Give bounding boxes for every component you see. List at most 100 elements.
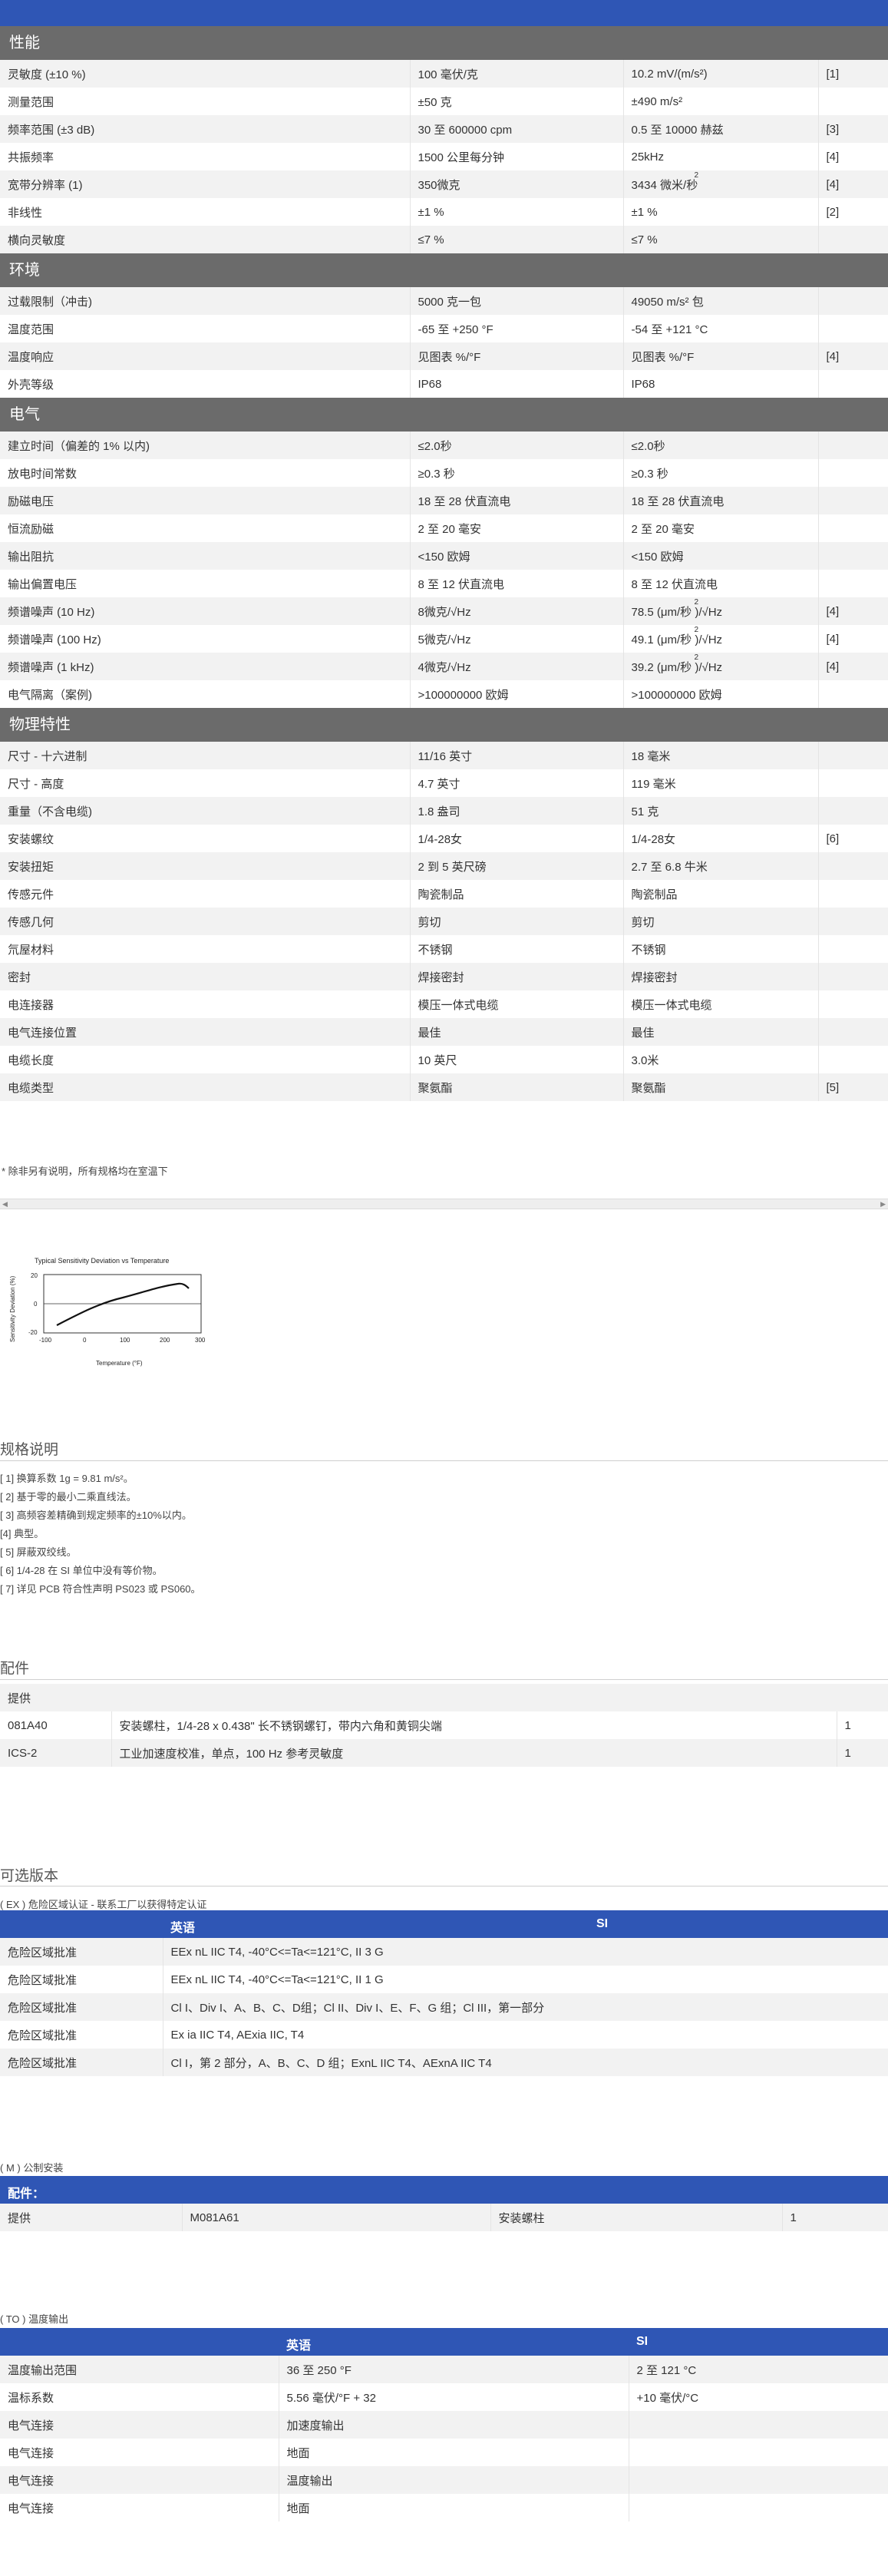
table-row: 频谱噪声 (10 Hz) 8微克/√Hz 78.5 (μm/秒 )/√Hz 2 [4] [0, 597, 888, 625]
spec-english-value: 见图表 %/°F [410, 342, 624, 370]
spec-footnote-ref [818, 680, 888, 708]
to-english: 地面 [279, 2439, 629, 2466]
spec-english-value: ±1 % [410, 198, 624, 226]
spec-si-value: ±490 m/s² [623, 88, 819, 115]
horizontal-scrollbar[interactable]: ◀ ▶ [0, 1199, 888, 1209]
spec-si-value: <150 欧姆 [623, 542, 819, 570]
spec-si-value: 焊接密封 [623, 963, 819, 990]
spec-label: 外壳等级 [0, 370, 411, 398]
spec-label: 放电时间常数 [0, 459, 411, 487]
table-row: 尺寸 - 十六进制 11/16 英寸 18 毫米 [0, 742, 888, 769]
spec-english-value: 1500 公里每分钟 [410, 143, 624, 170]
column-si: SI [596, 1917, 609, 1930]
metric-supply-label: 提供 [0, 2204, 183, 2231]
spec-si-value: 3434 微米/秒 2 [623, 170, 819, 198]
spec-footnote-ref [818, 487, 888, 514]
spec-si-value: 3.0米 [623, 1046, 819, 1073]
spec-label: 密封 [0, 963, 411, 990]
table-row: 建立时间（偏差的 1% 以内) ≤2.0秒 ≤2.0秒 [0, 432, 888, 459]
section-header: 环境 [0, 253, 888, 287]
spec-english-value: 11/16 英寸 [410, 742, 624, 769]
graph-xlabel: Temperature (°F) [96, 1360, 143, 1367]
metric-quantity: 1 [782, 2204, 888, 2231]
graph-xtick: 100 [120, 1337, 130, 1344]
spec-si-value: 不锈钢 [623, 935, 819, 963]
spec-english-value: ≤2.0秒 [410, 432, 624, 459]
graph-xtick: 200 [160, 1337, 170, 1344]
temp-output-table: 温度输出范围 36 至 250 °F 2 至 121 °C 温标系数 5.56 毫伏/… [0, 2356, 888, 2521]
spec-english-value: 2 到 5 英尺磅 [410, 852, 624, 880]
section-header: 电气 [0, 398, 888, 432]
graph-xtick: 0 [83, 1337, 87, 1344]
accessories-table: 提供 081A40 安装螺柱，1/4-28 x 0.438" 长不锈钢螺钉，带内… [0, 1684, 888, 1767]
spec-si-value: 18 至 28 伏直流电 [623, 487, 819, 514]
table-row: 频率范围 (±3 dB) 30 至 600000 cpm 0.5 至 10000 赫… [0, 115, 888, 143]
spec-english-value: IP68 [410, 370, 624, 398]
scroll-right-icon[interactable]: ▶ [880, 1199, 886, 1209]
spec-label: 频谱噪声 (100 Hz) [0, 625, 411, 653]
temp-output-caption: ( TO ) 温度输出 [0, 2313, 69, 2325]
spec-label: 电缆长度 [0, 1046, 411, 1073]
spec-si-value: 8 至 12 伏直流电 [623, 570, 819, 597]
table-row: 频谱噪声 (1 kHz) 4微克/√Hz 39.2 (μm/秒 )/√Hz 2 [4] [0, 653, 888, 680]
spec-label: 电气隔离（案例) [0, 680, 411, 708]
spec-english-value: 1.8 盎司 [410, 797, 624, 825]
spec-footnote-ref: [3] [818, 115, 888, 143]
to-english: 温度输出 [279, 2466, 629, 2494]
spec-label: 重量（不含电缆) [0, 797, 411, 825]
table-row: 尺寸 - 高度 4.7 英寸 119 毫米 [0, 769, 888, 797]
table-row: 081A40 安装螺柱，1/4-28 x 0.438" 长不锈钢螺钉，带内六角和… [0, 1711, 888, 1739]
table-row: 重量（不含电缆) 1.8 盎司 51 克 [0, 797, 888, 825]
spec-label: 恒流励磁 [0, 514, 411, 542]
spec-section-table: 尺寸 - 十六进制 11/16 英寸 18 毫米 尺寸 - 高度 4.7 英寸 119 毫… [0, 742, 888, 1101]
table-row: 安装螺纹 1/4-28女 1/4-28女 [6] [0, 825, 888, 852]
spec-english-value: 30 至 600000 cpm [410, 115, 624, 143]
metric-caption: ( M ) 公制安装 [0, 2162, 64, 2174]
spec-footnote-ref: [4] [818, 143, 888, 170]
ex-label: 危险区域批准 [0, 2049, 163, 2076]
table-row: 温度响应 见图表 %/°F 见图表 %/°F [4] [0, 342, 888, 370]
accessories-header-row: 提供 [0, 1684, 888, 1711]
table-row: 传感元件 陶瓷制品 陶瓷制品 [0, 880, 888, 908]
spec-label: 尺寸 - 十六进制 [0, 742, 411, 769]
ex-label: 危险区域批准 [0, 2021, 163, 2049]
spec-english-value: 350微克 [410, 170, 624, 198]
ex-header: 英语 SI [0, 1910, 888, 1938]
spec-label: 建立时间（偏差的 1% 以内) [0, 432, 411, 459]
spec-english-value: 模压一体式电缆 [410, 990, 624, 1018]
to-label: 温标系数 [0, 2383, 279, 2411]
spec-si-value: 18 毫米 [623, 742, 819, 769]
scroll-left-icon[interactable]: ◀ [2, 1199, 8, 1209]
table-row: 外壳等级 IP68 IP68 [0, 370, 888, 398]
superscript-mark: 2 [694, 653, 699, 662]
spec-si-value: IP68 [623, 370, 819, 398]
table-row: 测量范围 ±50 克 ±490 m/s² [0, 88, 888, 115]
column-english: 英语 [286, 2340, 312, 2353]
accessory-model[interactable]: 081A40 [0, 1711, 112, 1739]
to-si: 2 至 121 °C [629, 2356, 888, 2383]
spec-footnote-ref [818, 1018, 888, 1046]
graph-xtick: -100 [39, 1337, 52, 1344]
spec-si-value: >100000000 欧姆 [623, 680, 819, 708]
spec-english-value: 剪切 [410, 908, 624, 935]
table-row: 电气连接位置 最佳 最佳 [0, 1018, 888, 1046]
spec-english-value: <150 欧姆 [410, 542, 624, 570]
spec-footnote-ref [818, 852, 888, 880]
table-row: 电缆类型 聚氨酯 聚氨酯 [5] [0, 1073, 888, 1101]
ex-value: EEx nL IIC T4, -40°C<=Ta<=121°C, II 3 G [163, 1938, 888, 1966]
divider [0, 1460, 888, 1461]
column-english: 英语 [170, 1922, 196, 1935]
spec-note-item: [ 3] 高频容差精确到规定频率的±10%以内。 [0, 1510, 192, 1521]
spec-footnote-ref [818, 742, 888, 769]
table-row: 过载限制（冲击) 5000 克一包 49050 m/s² 包 [0, 287, 888, 315]
table-row: 输出阻抗 <150 欧姆 <150 欧姆 [0, 542, 888, 570]
spec-si-value: 51 克 [623, 797, 819, 825]
ex-value: Ex ia IIC T4, AExia IIC, T4 [163, 2021, 888, 2049]
spec-label: 温度响应 [0, 342, 411, 370]
spec-label: 频谱噪声 (10 Hz) [0, 597, 411, 625]
to-si [629, 2466, 888, 2494]
metric-model[interactable]: M081A61 [182, 2204, 491, 2231]
spec-si-value: ≥0.3 秒 [623, 459, 819, 487]
accessory-model[interactable]: ICS-2 [0, 1739, 112, 1767]
spec-footnote-ref: [2] [818, 198, 888, 226]
